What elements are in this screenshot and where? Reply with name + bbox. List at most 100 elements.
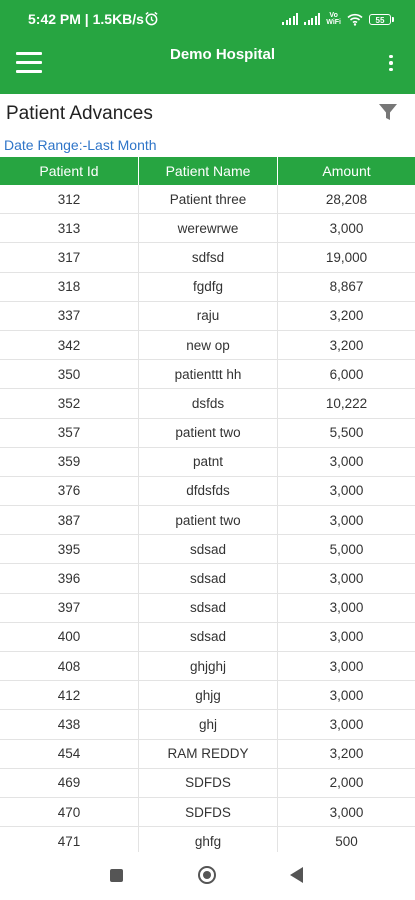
cell-amount: 3,000 [329,220,364,236]
status-bar: 5:42 PM | 1.5KB/s Vo WiFi 55 [0,0,415,38]
cell-patient-name: sdsad [139,622,278,651]
cell-patient-id: 454 [0,739,139,768]
signal-1-icon [282,13,299,25]
vowifi-indicator: Vo WiFi [326,12,341,26]
cell-amount: 3,000 [329,629,364,645]
status-icons: Vo WiFi 55 [282,10,394,28]
table-row[interactable]: 342 new op 3,200 [0,330,415,361]
filter-icon[interactable] [377,101,399,123]
cell-amount: 10,222 [325,395,368,411]
cell-patient-id: 312 [0,185,139,214]
cell-amount: 3,000 [329,658,364,674]
date-range-label[interactable]: Date Range:-Last Month [4,137,157,153]
cell-amount: 8,867 [329,279,364,295]
cell-patient-id: 318 [0,272,139,301]
table-row[interactable]: 412 ghjg 3,000 [0,681,415,711]
table-row[interactable]: 396 sdsad 3,000 [0,564,415,594]
cell-patient-name: ghj [139,710,278,739]
table-row[interactable]: 357 patient two 5,500 [0,418,415,448]
cell-patient-name: patnt [139,447,278,476]
cell-patient-name: sdsad [139,535,278,564]
cell-amount: 3,200 [329,746,364,762]
cell-patient-name: sdsad [139,593,278,622]
cell-patient-name: dfdsfds [139,476,278,506]
cell-amount: 3,200 [329,337,364,353]
table-row[interactable]: 387 patient two 3,000 [0,506,415,536]
table-row[interactable]: 397 sdsad 3,000 [0,593,415,623]
cell-patient-name: sdsad [139,564,278,593]
cell-patient-id: 317 [0,243,139,272]
battery-indicator: 55 [369,13,394,25]
cell-patient-name: sdfsd [139,243,278,272]
alarm-clock-icon [145,11,158,26]
app-bar: Demo Hospital [0,38,415,94]
status-time-speed: 5:42 PM | 1.5KB/s [28,11,144,27]
cell-patient-name: SDFDS [139,797,278,827]
recents-square-icon[interactable] [110,869,123,882]
table-row[interactable]: 376 dfdsfds 3,000 [0,476,415,507]
cell-patient-name: new op [139,330,278,360]
cell-patient-id: 350 [0,360,139,389]
app-title: Demo Hospital [169,46,275,63]
cell-patient-name: raju [139,301,278,330]
cell-amount: 5,500 [329,425,364,441]
table-row[interactable]: 312 Patient three 28,208 [0,185,415,215]
cell-amount: 6,000 [329,366,364,382]
header-patient-name[interactable]: Patient Name [139,157,278,185]
table-row[interactable]: 337 raju 3,200 [0,301,415,331]
table-row[interactable]: 317 sdfsd 19,000 [0,243,415,273]
cell-patient-name: dsfds [139,389,278,418]
cell-patient-name: SDFDS [139,768,278,797]
cell-amount: 3,000 [329,804,364,820]
cell-patient-id: 359 [0,447,139,476]
home-circle-icon[interactable] [198,866,216,884]
table-row[interactable]: 352 dsfds 10,222 [0,389,415,419]
cell-patient-id: 313 [0,214,139,243]
cell-amount: 3,200 [329,308,364,324]
cell-patient-id: 470 [0,797,139,827]
table-row[interactable]: 438 ghj 3,000 [0,710,415,740]
cell-patient-id: 396 [0,564,139,593]
cell-amount: 3,000 [329,571,364,587]
cell-amount: 3,000 [329,454,364,470]
cell-patient-name: fgdfg [139,272,278,301]
cell-patient-name: patient two [139,418,278,447]
signal-2-icon [304,13,321,25]
cell-patient-name: RAM REDDY [139,739,278,768]
cell-patient-name: patient two [139,506,278,535]
cell-patient-id: 387 [0,506,139,535]
cell-patient-id: 400 [0,622,139,651]
vowifi-top: Vo [329,12,338,19]
back-triangle-icon[interactable] [290,867,303,883]
cell-amount: 3,000 [329,512,364,528]
cell-amount: 19,000 [325,249,368,265]
cell-patient-name: Patient three [139,185,278,214]
cell-amount: 2,000 [329,775,364,791]
table-row[interactable]: 318 fgdfg 8,867 [0,272,415,302]
header-amount[interactable]: Amount [278,157,415,185]
table-row[interactable]: 395 sdsad 5,000 [0,535,415,565]
cell-amount: 3,000 [329,483,364,499]
vowifi-bottom: WiFi [326,19,341,26]
patient-advances-table: Patient Id Patient Name Amount 312 Patien… [0,157,415,857]
cell-amount: 5,000 [329,541,364,557]
cell-patient-id: 438 [0,710,139,739]
table-row[interactable]: 454 RAM REDDY 3,200 [0,739,415,769]
cell-amount: 3,000 [329,600,364,616]
table-body: 312 Patient three 28,208 313 werewrwe 3,000 31… [0,185,415,857]
cell-patient-id: 395 [0,535,139,564]
cell-patient-name: ghjghj [139,652,278,681]
table-header: Patient Id Patient Name Amount [0,157,415,185]
table-row[interactable]: 359 patnt 3,000 [0,447,415,477]
table-row[interactable]: 400 sdsad 3,000 [0,622,415,652]
table-row[interactable]: 469 SDFDS 2,000 [0,768,415,798]
more-vertical-icon[interactable] [387,52,395,74]
cell-amount: 3,000 [329,687,364,703]
cell-patient-id: 376 [0,476,139,506]
table-row[interactable]: 313 werewrwe 3,000 [0,214,415,244]
table-row[interactable]: 350 patienttt hh 6,000 [0,360,415,390]
table-row[interactable]: 408 ghjghj 3,000 [0,652,415,682]
cell-patient-id: 469 [0,768,139,797]
table-row[interactable]: 470 SDFDS 3,000 [0,797,415,828]
header-patient-id[interactable]: Patient Id [0,157,139,185]
